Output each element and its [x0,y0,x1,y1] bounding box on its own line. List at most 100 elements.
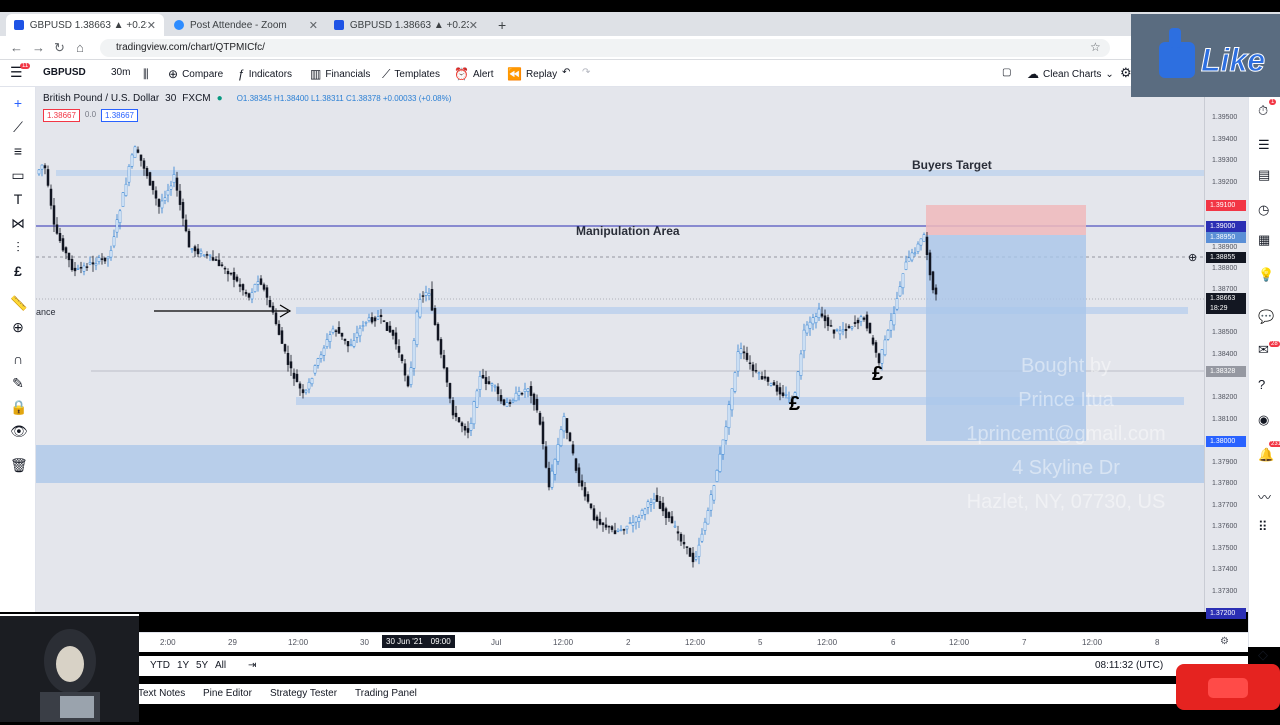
url-input[interactable]: tradingview.com/chart/QTPMICfc/ [100,39,1110,57]
chart-style-button[interactable]: ⫼ [143,67,149,82]
settings-gear-icon[interactable]: ⚙ [1120,65,1132,81]
redo-icon[interactable]: ↷ [582,67,590,78]
price-label: 1.37500 [1212,545,1238,552]
ideas-icon[interactable]: 💡 [1258,267,1274,283]
lock-icon[interactable]: 🔒 [10,399,27,416]
symbol-search-button[interactable]: GBPUSD [43,67,86,78]
candle-body [238,284,242,287]
candle-body [595,516,599,521]
hotlist-icon[interactable]: ◷ [1258,202,1269,218]
buyers-target-label[interactable]: Buyers Target [912,158,992,172]
prediction-icon[interactable]: ⫶ [10,239,26,256]
range-ytd[interactable]: YTD [150,660,170,671]
zoom-in-icon[interactable]: ⊕ [10,319,26,336]
financials-button[interactable]: ▥ Financials [310,67,370,81]
candle-body [925,236,929,255]
add-alert-plus-icon[interactable]: ⊕ [1188,251,1197,264]
close-tab-icon[interactable]: ✕ [469,19,478,32]
close-tab-icon[interactable]: ✕ [147,19,156,32]
trash-icon[interactable]: 🗑 [10,457,28,474]
range-all[interactable]: All [215,660,226,671]
interval-button[interactable]: 30m [111,67,130,78]
layout-button[interactable]: ☁ Clean Charts ⌄ [1027,67,1114,81]
spread-value: 0.0 [84,110,97,119]
ruler-icon[interactable]: 📏 [10,295,27,312]
position-target-zone[interactable] [926,205,1086,235]
messages-icon[interactable]: ✉ [1258,342,1269,358]
compare-button[interactable]: ⊕ Compare [168,67,223,81]
candle-body [307,381,311,390]
sell-button[interactable]: 1.38667 [43,109,80,122]
candle-body [85,266,89,268]
shapes-icon[interactable]: ▭ [10,167,26,184]
layout-label: Clean Charts [1043,68,1102,80]
candle-body [373,317,377,322]
buyers-target-zone[interactable] [56,170,1204,176]
price-label: 1.38100 [1212,416,1238,423]
trend-line-icon[interactable]: ⟋ [10,119,26,136]
axis-settings-gear-icon[interactable]: ⚙ [1220,636,1229,647]
eye-icon[interactable]: 👁 [10,423,28,440]
text-tool-icon[interactable]: T [10,191,26,207]
candle-body [508,402,512,404]
broadcast-icon[interactable]: ◉ [1258,412,1269,428]
notifications-icon[interactable]: 🔔 [1258,447,1274,463]
forward-icon[interactable]: → [32,40,45,55]
bookmark-star-icon[interactable]: ☆ [1090,40,1101,54]
tab-strategy-tester[interactable]: Strategy Tester [270,688,337,699]
buy-button[interactable]: 1.38667 [101,109,138,122]
candle-body [247,293,251,298]
manipulation-area-label[interactable]: Manipulation Area [576,224,680,238]
back-icon[interactable]: ← [10,40,23,55]
alert-button[interactable]: ⏰ Alert [454,67,494,81]
pound-marker[interactable]: £ [789,393,800,416]
tab-pine-editor[interactable]: Pine Editor [203,688,252,699]
candle-body [310,378,314,385]
candle-body [229,272,233,275]
candle-body [631,522,635,526]
magnet-icon[interactable]: ∩ [10,351,26,367]
data-window-icon[interactable]: ▤ [1258,167,1270,183]
range-5y[interactable]: 5Y [196,660,208,671]
pound-marker[interactable]: £ [872,363,883,386]
chat-icon[interactable]: 💬 [1258,309,1274,325]
youtube-subscribe-button[interactable] [1176,664,1280,710]
new-tab-button[interactable]: + [490,14,510,36]
crosshair-icon[interactable]: + [10,95,26,111]
close-tab-icon[interactable]: ✕ [309,19,318,32]
home-icon[interactable]: ⌂ [76,40,84,55]
tab-text-notes[interactable]: Text Notes [138,688,185,699]
entry-price-badge: 1.38950 [1206,232,1246,243]
range-1y[interactable]: 1Y [177,660,189,671]
tab-trading-panel[interactable]: Trading Panel [355,688,417,699]
browser-tab-tradingview-2[interactable]: GBPUSD 1.38663 ▲ +0.23% nor ✕ [326,14,486,36]
price-scale[interactable]: 1.39500 1.39400 1.39300 1.39200 1.38900 … [1204,87,1248,619]
fib-icon[interactable]: ≡ [10,143,26,159]
pattern-icon[interactable]: ⋈ [10,215,26,232]
goto-date-icon[interactable]: ⇥ [248,660,256,671]
calendar-icon[interactable]: ▦ [1258,232,1270,248]
watchlist-icon[interactable]: ⏱ [1258,103,1268,119]
help-icon[interactable]: ? [1258,377,1265,392]
time-axis[interactable]: 2:00 29 12:00 30 30 Jun '21 09:00 Jul 12:… [36,632,1248,652]
browser-tab-zoom[interactable]: Post Attendee - Zoom ✕ [166,14,326,36]
chart-pane[interactable]: British Pound / U.S. Dollar 30 FXCM ● O1… [36,87,1204,612]
browser-tab-tradingview[interactable]: GBPUSD 1.38663 ▲ +0.23% Cle ✕ [6,14,164,36]
resistance-label[interactable]: ance [36,307,56,317]
icon-tool-icon[interactable]: £ [10,263,26,279]
stream-icon[interactable]: 〰 [1258,487,1271,506]
date-range-bar: YTD 1Y 5Y All ⇥ 08:11:32 (UTC) [138,656,1248,676]
replay-button[interactable]: ⏪ Replay [507,67,557,81]
indicators-button[interactable]: ƒ Indicators [238,67,292,81]
undo-icon[interactable]: ↶ [562,67,570,78]
fullscreen-icon[interactable]: ▢ [1002,67,1011,78]
layers-icon[interactable]: ◇ [1258,647,1268,663]
templates-button[interactable]: ⟋ Templates [382,67,440,82]
alerts-list-icon[interactable]: ☰ [1258,137,1270,153]
candle-body [511,399,515,403]
pencil-icon[interactable]: ✎ [10,375,26,392]
dots-icon[interactable]: ⠿ [1258,519,1268,535]
utc-clock[interactable]: 08:11:32 (UTC) [1095,660,1163,671]
candle-body [457,417,461,423]
reload-icon[interactable]: ↻ [54,40,65,56]
